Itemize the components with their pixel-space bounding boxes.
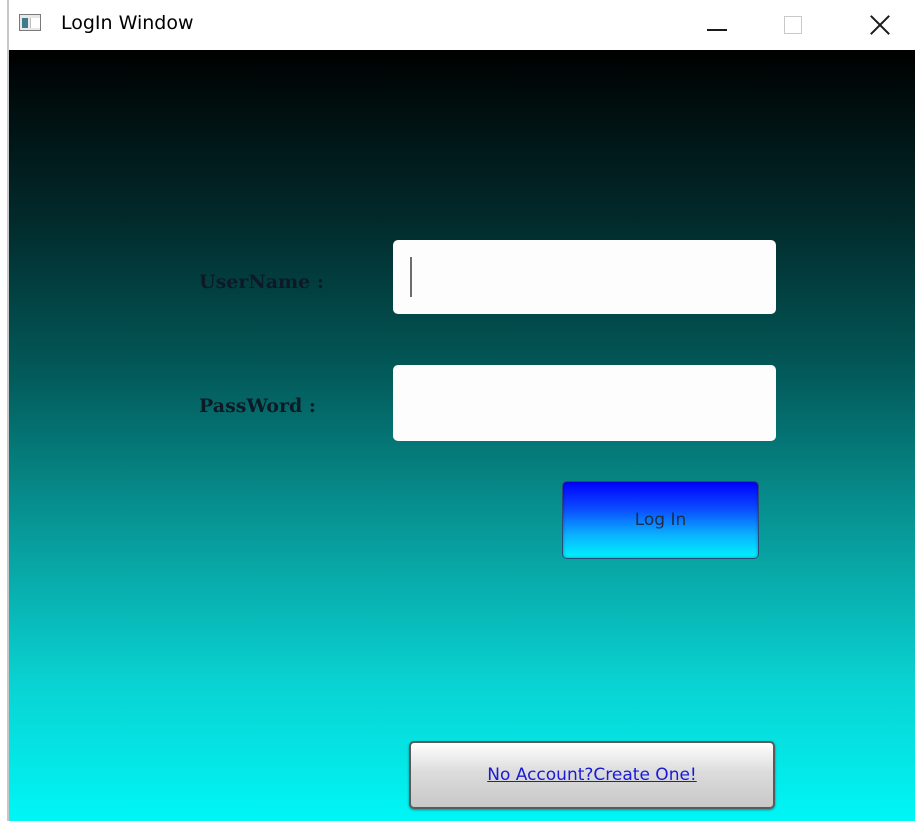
create-account-link[interactable]: No Account?Create One! [487,765,697,785]
password-input[interactable] [393,365,776,441]
login-window: LogIn Window UserName : PassWord : Log I… [0,0,915,821]
maximize-button[interactable] [765,0,821,50]
minimize-icon [707,29,727,31]
title-bar[interactable]: LogIn Window [9,0,915,50]
app-window-icon [19,14,41,31]
window-title: LogIn Window [61,12,194,34]
password-label: PassWord : [199,395,316,417]
create-account-button[interactable]: No Account?Create One! [409,741,775,809]
text-caret [410,257,412,297]
login-button-label: Log In [634,510,687,530]
username-input[interactable] [393,240,776,314]
minimize-button[interactable] [689,0,745,50]
maximize-icon [784,16,802,34]
close-icon [869,14,891,36]
username-label: UserName : [199,271,324,293]
close-button[interactable] [852,0,908,50]
login-button[interactable]: Log In [562,481,759,559]
login-panel: UserName : PassWord : Log In No Account?… [9,50,915,821]
